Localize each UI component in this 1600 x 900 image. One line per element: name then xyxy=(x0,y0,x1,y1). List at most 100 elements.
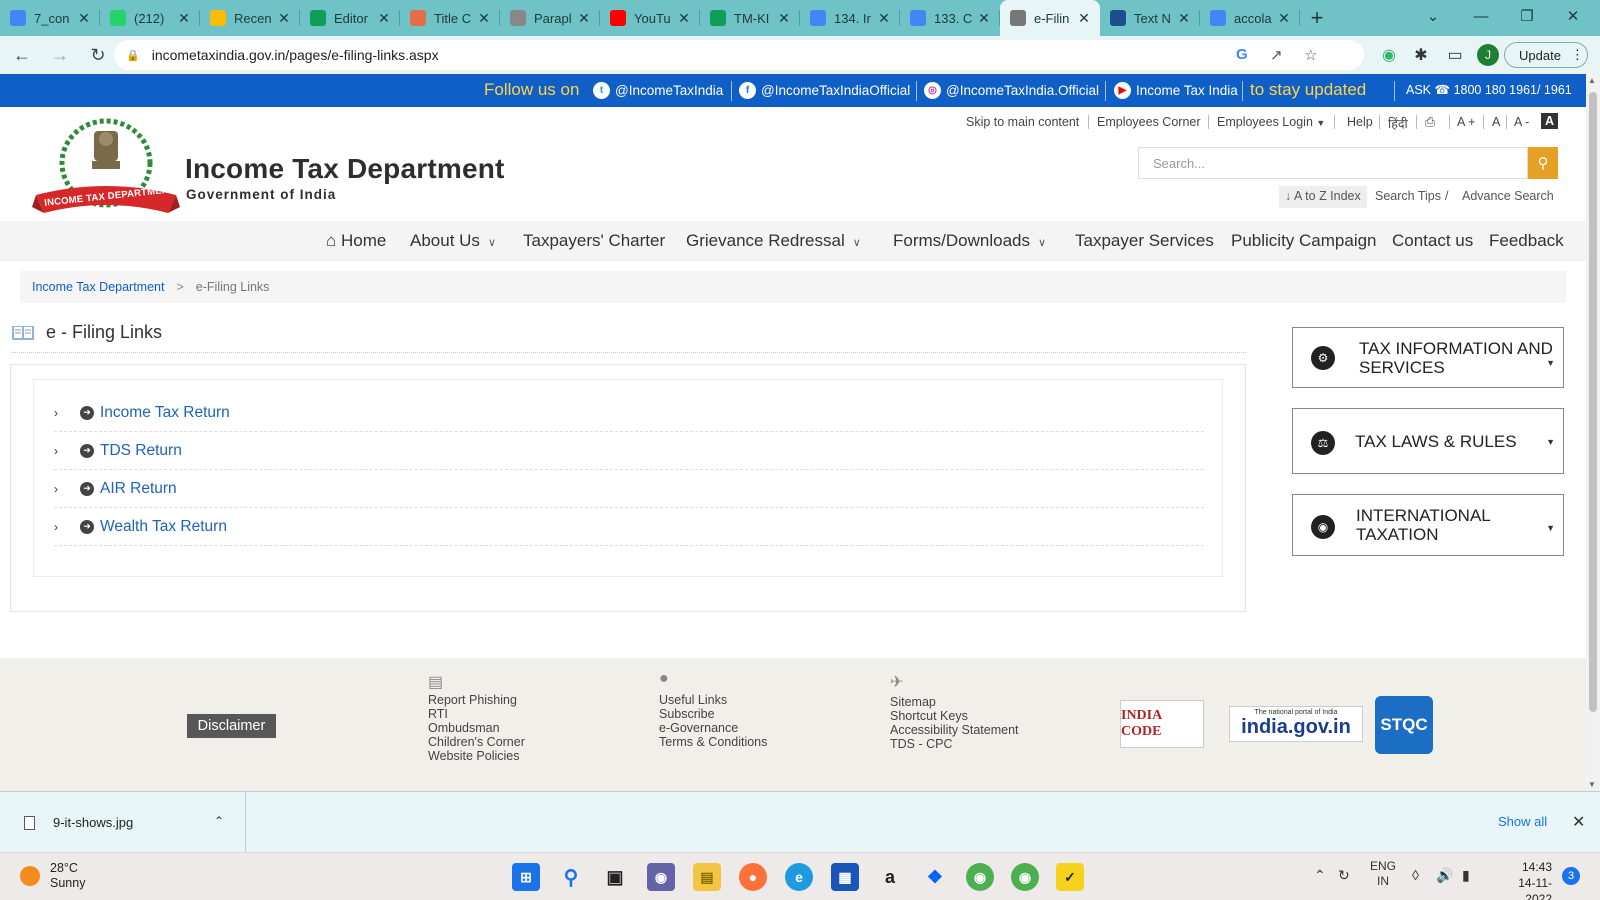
scrollbar-thumb[interactable] xyxy=(1589,92,1597,712)
sync-icon[interactable]: ↻ xyxy=(1338,867,1350,884)
site-search-input[interactable]: Search... xyxy=(1138,147,1528,179)
file-explorer-icon[interactable]: ▤ xyxy=(693,863,721,891)
nav-publicity-campaign[interactable]: Publicity Campaign xyxy=(1231,231,1377,251)
hindi-language-link[interactable]: हिंदी xyxy=(1388,115,1408,132)
new-tab-button[interactable]: + xyxy=(1300,0,1334,36)
close-tab-icon[interactable]: ✕ xyxy=(276,10,292,27)
employees-corner-link[interactable]: Employees Corner xyxy=(1097,115,1201,129)
browser-tab[interactable]: 7_con ✕ xyxy=(0,0,100,36)
page-scrollbar[interactable]: ▲ ▼ xyxy=(1586,74,1600,791)
e-governance-link[interactable]: e-Governance xyxy=(659,721,767,735)
wifi-icon[interactable]: ◊ xyxy=(1412,867,1419,883)
close-tab-icon[interactable]: ✕ xyxy=(676,10,692,27)
expand-chevron-icon[interactable]: › xyxy=(54,482,80,496)
expand-chevron-icon[interactable]: › xyxy=(54,444,80,458)
show-all-downloads-link[interactable]: Show all xyxy=(1498,814,1547,829)
advance-search-link[interactable]: Advance Search xyxy=(1462,189,1554,203)
skip-to-main-link[interactable]: Skip to main content xyxy=(966,115,1079,129)
reload-button[interactable]: ↻ xyxy=(82,39,114,71)
download-item[interactable]: 9-it-shows.jpg xyxy=(0,792,246,853)
maximize-button[interactable]: ❐ xyxy=(1504,0,1550,32)
facebook-link[interactable]: f @IncomeTaxIndiaOfficial xyxy=(739,82,910,99)
employees-login-dropdown[interactable]: Employees Login ▼ xyxy=(1217,115,1325,129)
useful-links-link[interactable]: Useful Links xyxy=(659,693,767,707)
subscribe-link[interactable]: Subscribe xyxy=(659,707,767,721)
back-button[interactable]: ← xyxy=(6,39,38,71)
teams-chat-icon[interactable]: ◉ xyxy=(647,863,675,891)
air-return-link[interactable]: AIR Return xyxy=(100,480,177,498)
close-tab-icon[interactable]: ✕ xyxy=(976,10,992,27)
list-item[interactable]: › ➜ Income Tax Return xyxy=(54,394,1204,432)
browser-tab[interactable]: Title C ✕ xyxy=(400,0,500,36)
website-policies-link[interactable]: Website Policies xyxy=(428,749,525,763)
extensions-puzzle-icon[interactable]: ✱ xyxy=(1410,44,1432,66)
search-icon[interactable]: ⚲ xyxy=(557,863,585,891)
close-tab-icon[interactable]: ✕ xyxy=(476,10,492,27)
international-taxation-dropdown[interactable]: ◉ INTERNATIONAL TAXATION ▼ xyxy=(1292,494,1564,556)
nav-taxpayers-charter[interactable]: Taxpayers' Charter xyxy=(523,231,665,251)
task-view-icon[interactable]: ▣ xyxy=(601,863,629,891)
accessibility-statement-link[interactable]: Accessibility Statement xyxy=(890,723,1019,737)
firefox-icon[interactable]: ● xyxy=(739,863,767,891)
list-item[interactable]: › ➜ TDS Return xyxy=(54,432,1204,470)
browser-tab[interactable]: (212) ✕ xyxy=(100,0,200,36)
disclaimer-button[interactable]: Disclaimer xyxy=(187,714,276,738)
close-tab-icon[interactable]: ✕ xyxy=(76,10,92,27)
a-to-z-index-link[interactable]: ↓ A to Z Index xyxy=(1279,186,1367,208)
nav-forms-downloads[interactable]: Forms/Downloads ∨ xyxy=(893,231,1046,251)
system-clock[interactable]: 14:43 14-11-2022 xyxy=(1496,859,1552,900)
nav-about-us[interactable]: About Us ∨ xyxy=(410,231,496,251)
nav-contact-us[interactable]: Contact us xyxy=(1392,231,1473,251)
childrens-corner-link[interactable]: Children's Corner xyxy=(428,735,525,749)
share-icon[interactable]: ↗ xyxy=(1270,46,1283,64)
rti-link[interactable]: RTI xyxy=(428,707,525,721)
language-indicator[interactable]: ENG IN xyxy=(1370,859,1396,889)
chrome-profile-2-icon[interactable]: ◉ xyxy=(1011,863,1039,891)
nav-feedback[interactable]: Feedback xyxy=(1489,231,1564,251)
ask-helpline[interactable]: ASK ☎ 1800 180 1961/ 1961 xyxy=(1406,82,1572,97)
close-tab-icon[interactable]: ✕ xyxy=(1276,10,1292,27)
download-options-chevron-icon[interactable]: ⌃ xyxy=(214,814,224,828)
income-tax-return-link[interactable]: Income Tax Return xyxy=(100,404,230,422)
report-phishing-link[interactable]: Report Phishing xyxy=(428,693,525,707)
grammarly-extension-icon[interactable]: ◉ xyxy=(1378,44,1400,66)
dropbox-icon[interactable]: ❖ xyxy=(921,863,949,891)
nav-grievance-redressal[interactable]: Grievance Redressal ∨ xyxy=(686,231,861,251)
close-tab-icon[interactable]: ✕ xyxy=(1076,10,1092,27)
sticky-notes-icon[interactable]: ✓ xyxy=(1056,863,1084,891)
india-gov-in-logo[interactable]: The national portal of India india.gov.i… xyxy=(1229,706,1363,742)
terms-conditions-link[interactable]: Terms & Conditions xyxy=(659,735,767,749)
chrome-profile-1-icon[interactable]: ◉ xyxy=(966,863,994,891)
google-lens-icon[interactable]: G xyxy=(1236,46,1248,63)
list-item[interactable]: › ➜ Wealth Tax Return xyxy=(54,508,1204,546)
youtube-link[interactable]: ▶ Income Tax India xyxy=(1114,82,1238,99)
forward-button[interactable]: → xyxy=(44,39,76,71)
close-tab-icon[interactable]: ✕ xyxy=(876,10,892,27)
close-tab-icon[interactable]: ✕ xyxy=(176,10,192,27)
volume-icon[interactable]: 🔊 xyxy=(1436,867,1453,884)
india-code-logo[interactable]: INDIA CODE xyxy=(1120,700,1204,748)
close-window-button[interactable]: ✕ xyxy=(1550,0,1596,32)
close-tab-icon[interactable]: ✕ xyxy=(576,10,592,27)
tds-return-link[interactable]: TDS Return xyxy=(100,442,182,460)
browser-tab[interactable]: 134. Ir ✕ xyxy=(800,0,900,36)
browser-tab[interactable]: accola ✕ xyxy=(1200,0,1300,36)
address-bar[interactable]: 🔒 incometaxindia.gov.in/pages/e-filing-l… xyxy=(114,40,1364,70)
close-tab-icon[interactable]: ✕ xyxy=(1176,10,1192,27)
tax-information-services-dropdown[interactable]: ⚙ TAX INFORMATION AND SERVICES ▼ xyxy=(1292,327,1564,388)
tax-laws-rules-dropdown[interactable]: ⚖ TAX LAWS & RULES ▼ xyxy=(1292,408,1564,474)
search-tips-link[interactable]: Search Tips xyxy=(1375,189,1441,203)
font-increase-button[interactable]: A + xyxy=(1457,115,1475,129)
tds-cpc-link[interactable]: TDS - CPC xyxy=(890,737,1019,751)
high-contrast-button[interactable]: A xyxy=(1541,113,1559,129)
browser-tab[interactable]: Editor ✕ xyxy=(300,0,400,36)
side-panel-icon[interactable]: ▭ xyxy=(1444,44,1466,66)
instagram-link[interactable]: ◎ @IncomeTaxIndia.Official xyxy=(924,82,1099,99)
chrome-update-button[interactable]: Update ⋮ xyxy=(1504,42,1588,68)
browser-tab[interactable]: e-Filin ✕ xyxy=(1000,0,1100,36)
nav-home[interactable]: ⌂ Home xyxy=(326,231,386,251)
browser-tab[interactable]: Parapl ✕ xyxy=(500,0,600,36)
battery-icon[interactable]: ▮ xyxy=(1462,867,1470,884)
print-icon[interactable]: ⎙ xyxy=(1425,115,1435,130)
minimize-button[interactable]: — xyxy=(1458,0,1504,32)
